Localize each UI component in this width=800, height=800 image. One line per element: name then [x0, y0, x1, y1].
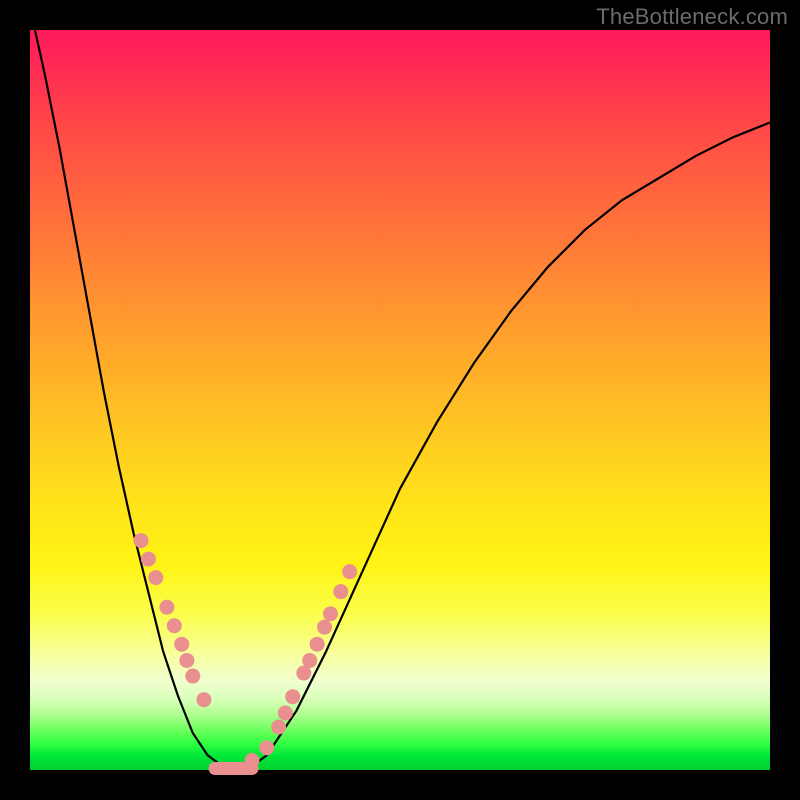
curve-marker: [185, 669, 200, 684]
curve-marker: [310, 637, 325, 652]
curve-marker: [342, 564, 357, 579]
curve-marker: [285, 689, 300, 704]
curve-marker: [245, 753, 260, 768]
curve-marker: [167, 618, 182, 633]
curve-marker: [134, 533, 149, 548]
chart-svg: [30, 30, 770, 770]
curve-marker: [278, 706, 293, 721]
curve-marker: [259, 740, 274, 755]
curve-marker: [179, 653, 194, 668]
curve-marker: [317, 620, 332, 635]
markers-layer: [134, 533, 358, 768]
curve-marker: [271, 720, 286, 735]
bottleneck-curve: [30, 8, 770, 770]
curve-marker: [148, 570, 163, 585]
curve-marker: [323, 606, 338, 621]
curve-marker: [333, 584, 348, 599]
watermark-text: TheBottleneck.com: [596, 4, 788, 30]
curve-marker: [159, 600, 174, 615]
plot-area: [30, 30, 770, 770]
outer-frame: TheBottleneck.com: [0, 0, 800, 800]
curve-marker: [141, 552, 156, 567]
curve-marker: [174, 637, 189, 652]
curve-layer: [30, 8, 770, 770]
curve-marker: [302, 653, 317, 668]
curve-marker: [196, 692, 211, 707]
